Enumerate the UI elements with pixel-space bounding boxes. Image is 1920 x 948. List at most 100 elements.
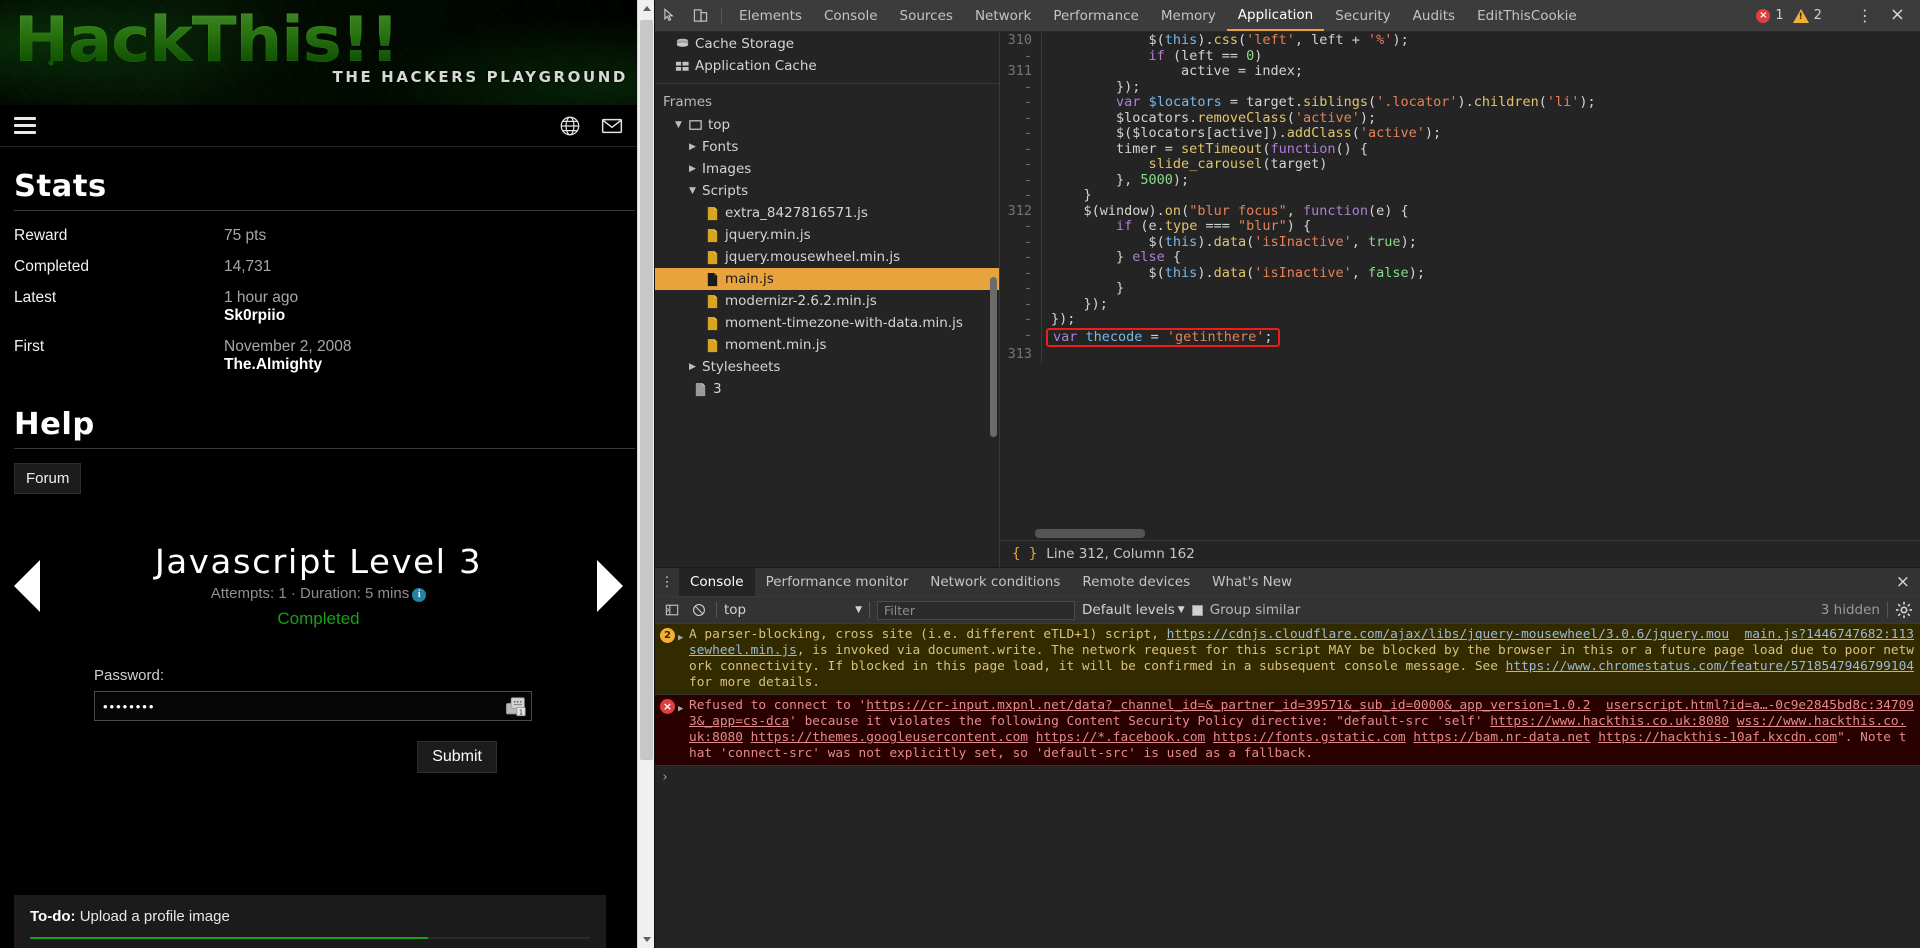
drawer-tab-performance-monitor[interactable]: Performance monitor [755, 568, 920, 596]
filter-input[interactable] [877, 600, 1075, 620]
line-number[interactable]: - [1000, 296, 1042, 312]
drawer-tab-whats-new[interactable]: What's New [1201, 568, 1303, 596]
line-number[interactable]: - [1000, 94, 1042, 111]
message-link[interactable]: https://hackthis-10af.kxcdn.com [1598, 730, 1837, 745]
frames-group-stylesheets[interactable]: ▶ Stylesheets [655, 356, 999, 378]
kebab-menu-icon[interactable]: ⋮ [1849, 7, 1881, 24]
frames-group-scripts[interactable]: ▼ Scripts [655, 180, 999, 202]
source-horizontal-scrollbar[interactable] [1000, 527, 1920, 540]
line-number[interactable]: - [1000, 218, 1042, 235]
envelope-icon[interactable] [601, 115, 623, 137]
scrollbar-thumb[interactable] [1035, 529, 1145, 538]
submit-button[interactable]: Submit [417, 741, 497, 773]
tab-sources[interactable]: Sources [889, 0, 964, 31]
code-text[interactable]: var $locators = target.siblings('.locato… [1042, 94, 1596, 111]
stat-value-user[interactable]: Sk0rpiio [224, 307, 623, 325]
line-number[interactable]: - [1000, 234, 1042, 250]
code-text[interactable]: $(this).css('left', left + '%'); [1042, 32, 1409, 49]
line-number[interactable]: - [1000, 125, 1042, 142]
tab-editthiscookie[interactable]: EditThisCookie [1466, 0, 1588, 31]
hamburger-icon[interactable] [14, 113, 36, 138]
code-text[interactable]: if (left == 0) [1042, 48, 1263, 65]
scrollbar-thumb[interactable] [990, 277, 997, 437]
list-item[interactable]: extra_8427816571.js [655, 202, 999, 224]
tab-elements[interactable]: Elements [728, 0, 813, 31]
pretty-print-icon[interactable]: { } [1012, 546, 1037, 562]
drawer-tab-remote-devices[interactable]: Remote devices [1071, 568, 1201, 596]
line-number[interactable]: - [1000, 79, 1042, 95]
list-item[interactable]: jquery.mousewheel.min.js [655, 246, 999, 268]
message-source-link[interactable]: main.js?1446747682:113 [1745, 627, 1915, 643]
console-error-message[interactable]: × ▶ userscript.html?id=a…-0c9e2845bd8c:347… [655, 695, 1920, 766]
inspect-element-icon[interactable] [655, 0, 685, 31]
globe-icon[interactable] [559, 115, 581, 137]
chevron-right-icon[interactable]: ▶ [689, 362, 702, 372]
message-link[interactable]: https://fonts.gstatic.com [1213, 730, 1406, 745]
code-text[interactable]: timer = setTimeout(function() { [1042, 141, 1368, 158]
code-text[interactable]: } [1042, 187, 1092, 204]
frames-group-images[interactable]: ▶ Images [655, 158, 999, 180]
tab-application[interactable]: Application [1226, 0, 1325, 31]
site-logo[interactable]: HackThis!! THE HACKERS PLAYGROUND [14, 2, 637, 105]
message-link[interactable]: https://themes.googleusercontent.com [751, 730, 1028, 745]
console-messages[interactable]: 2 ▶ main.js?1446747682:113 A parser-blockin… [655, 624, 1920, 948]
message-link[interactable]: https://*.facebook.com [1036, 730, 1206, 745]
scrollbar-thumb[interactable] [640, 20, 653, 760]
source-code-area[interactable]: 310 $(this).css('left', left + '%'); - if… [1000, 32, 1920, 527]
tab-audits[interactable]: Audits [1402, 0, 1466, 31]
chevron-down-icon[interactable]: ▼ [675, 120, 688, 130]
sidebar-item-application-cache[interactable]: Application Cache [655, 55, 999, 77]
close-icon[interactable]: × [1886, 4, 1913, 27]
sidebar-scrollbar[interactable] [988, 32, 999, 567]
frames-document-item[interactable]: 3 [655, 378, 999, 400]
frames-group-fonts[interactable]: ▶ Fonts [655, 136, 999, 158]
list-item[interactable]: moment-timezone-with-data.min.js [655, 312, 999, 334]
sidebar-item-cache-storage[interactable]: Cache Storage [655, 33, 999, 55]
chevron-down-icon[interactable]: ▼ [1178, 605, 1185, 615]
code-text[interactable]: }); [1042, 311, 1075, 328]
code-text[interactable]: }, 5000); [1042, 172, 1189, 189]
chevron-right-icon[interactable]: ▶ [689, 142, 702, 152]
triangle-right-icon[interactable]: ▶ [678, 698, 689, 762]
password-input[interactable]: •••••••• 1 [94, 691, 532, 721]
code-text[interactable] [1042, 347, 1051, 363]
kebab-menu-icon[interactable]: ⋮ [655, 568, 679, 596]
line-number[interactable]: - [1000, 280, 1042, 297]
tab-memory[interactable]: Memory [1150, 0, 1227, 31]
group-similar-checkbox[interactable] [1191, 604, 1203, 616]
console-prompt[interactable]: › [655, 766, 1920, 790]
info-icon[interactable]: i [412, 588, 427, 602]
code-text[interactable]: slide_carousel(target) [1042, 156, 1328, 173]
line-number[interactable]: - [1000, 172, 1042, 188]
code-text[interactable]: active = index; [1042, 63, 1303, 80]
code-text[interactable]: $locators.removeClass('active'); [1042, 110, 1376, 127]
tab-security[interactable]: Security [1324, 0, 1401, 31]
gear-icon[interactable] [1895, 601, 1913, 619]
console-sidebar-icon[interactable] [662, 600, 682, 620]
chevron-right-icon[interactable]: ▶ [689, 164, 702, 174]
scroll-up-icon[interactable] [638, 0, 654, 17]
code-text[interactable]: $(this).data('isInactive', false); [1042, 265, 1425, 282]
triangle-right-icon[interactable]: ▶ [678, 627, 689, 691]
message-link[interactable]: https://bam.nr-data.net [1413, 730, 1590, 745]
line-number[interactable]: - [1000, 156, 1042, 173]
line-number[interactable]: - [1000, 265, 1042, 281]
website-scrollbar[interactable] [637, 0, 654, 948]
stat-value-user[interactable]: The.Almighty [224, 356, 623, 374]
drawer-tab-network-conditions[interactable]: Network conditions [919, 568, 1071, 596]
drawer-tab-console[interactable]: Console [679, 568, 755, 596]
clear-console-icon[interactable] [689, 600, 709, 620]
message-link[interactable]: https://cdnjs.cloudflare.com/ajax/libs/j… [689, 627, 1729, 658]
line-number[interactable]: 312 [1000, 203, 1042, 219]
list-item[interactable]: moment.min.js [655, 334, 999, 356]
line-number[interactable]: - [1000, 249, 1042, 266]
scroll-down-icon[interactable] [638, 931, 654, 948]
console-warning-message[interactable]: 2 ▶ main.js?1446747682:113 A parser-blockin… [655, 624, 1920, 695]
tab-network[interactable]: Network [964, 0, 1042, 31]
line-number[interactable]: - [1000, 187, 1042, 204]
message-link[interactable]: https://www.hackthis.co.uk:8080 [1490, 714, 1729, 729]
line-number[interactable]: 313 [1000, 346, 1042, 363]
warning-badge-icon[interactable] [1792, 8, 1809, 23]
forum-button[interactable]: Forum [14, 463, 82, 494]
list-item-selected-main-js[interactable]: main.js [655, 268, 999, 290]
